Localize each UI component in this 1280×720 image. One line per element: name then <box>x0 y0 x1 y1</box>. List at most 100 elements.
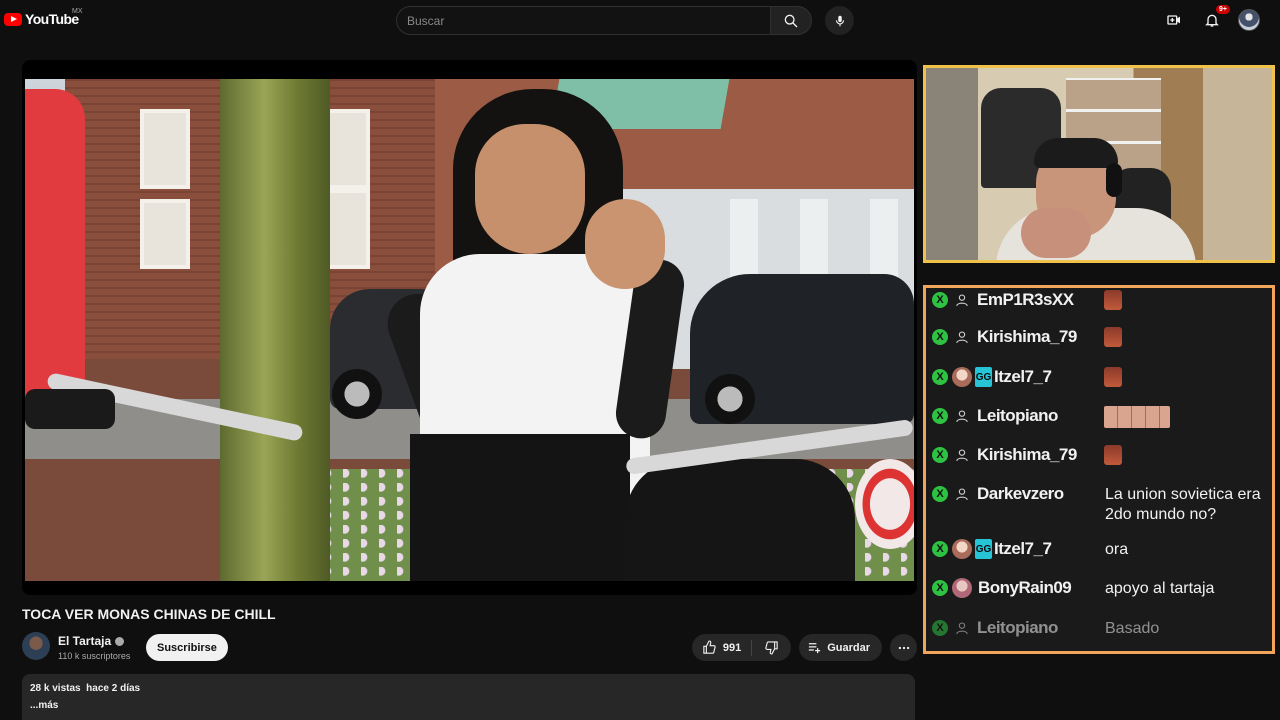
subscriber-count: 110 k suscriptores <box>58 651 131 661</box>
search-bar <box>396 6 812 35</box>
chat-username: BonyRain09 <box>978 578 1072 597</box>
video-scene-bike <box>625 459 855 581</box>
like-dislike-pill: 991 <box>691 634 792 661</box>
thumbs-down-icon <box>765 641 778 655</box>
person-icon <box>953 291 971 309</box>
chat-message-text: ora <box>1105 541 1129 558</box>
webcam-streamer-hair <box>1034 138 1118 168</box>
view-count: 28 k vistas <box>30 683 81 694</box>
chat-emote <box>1104 290 1122 310</box>
user-avatar <box>952 539 972 559</box>
playlist-add-icon <box>809 643 821 654</box>
chat-username: EmP1R3sXX <box>977 290 1074 309</box>
chat-badge-x-icon: X <box>932 329 948 345</box>
chat-badge-x-icon: X <box>932 486 948 502</box>
chat-username: Kirishima_79 <box>977 327 1077 346</box>
channel-name[interactable]: El Tartaja <box>58 634 125 648</box>
video-scene-wheel <box>332 369 382 419</box>
chat-badge-x-icon: X <box>932 620 948 636</box>
play-logo-icon <box>4 12 22 26</box>
person-icon <box>953 407 971 425</box>
video-scene-tree <box>220 79 330 581</box>
chat-message: X Darkevzero La union sovietica era 2do … <box>932 484 1272 523</box>
chat-message: X GG Itzel7_7 <box>932 367 1122 387</box>
chat-message: X Leitopiano <box>932 406 1170 428</box>
channel-avatar[interactable] <box>22 632 50 660</box>
video-player[interactable] <box>22 60 917 595</box>
notification-count-badge: 9+ <box>1215 4 1231 15</box>
top-actions: 9+ <box>1162 4 1260 32</box>
logo-region: MX <box>72 8 83 15</box>
chat-emote-strip <box>1104 406 1170 428</box>
chat-emote <box>1104 367 1122 387</box>
chat-username: Darkevzero <box>977 484 1064 503</box>
more-horizontal-icon <box>898 646 909 649</box>
chat-message-text: apoyo al tartaja <box>1105 580 1215 597</box>
video-scene-face <box>475 124 585 254</box>
subscribe-button[interactable]: Suscribirse <box>146 634 228 661</box>
like-count: 991 <box>722 641 742 654</box>
more-actions-button[interactable] <box>890 634 917 661</box>
chat-badge-x-icon: X <box>932 447 948 463</box>
chat-username: Itzel7_7 <box>994 539 1052 558</box>
account-avatar[interactable] <box>1238 9 1260 31</box>
chat-message: X Kirishima_79 <box>932 445 1122 465</box>
logo-text: YouTube <box>25 11 79 27</box>
voice-search-button[interactable] <box>825 6 854 35</box>
description-box[interactable]: 28 k vistas hace 2 días ...más <box>22 674 915 720</box>
person-icon <box>953 619 971 637</box>
video-actions: 991 Guardar <box>691 634 917 661</box>
video-scene-wheel <box>705 374 755 424</box>
person-icon <box>953 446 971 464</box>
chat-badge-x-icon: X <box>932 408 948 424</box>
video-scene-grip <box>25 389 115 429</box>
description-more-link[interactable]: ...más <box>30 700 907 711</box>
save-label: Guardar <box>827 641 870 654</box>
webcam-streamer-hand <box>1021 208 1091 258</box>
gg-badge-icon: GG <box>975 367 992 387</box>
description-meta: 28 k vistas hace 2 días <box>30 683 907 694</box>
chat-emote <box>1104 327 1122 347</box>
user-avatar <box>952 367 972 387</box>
person-icon <box>953 485 971 503</box>
webcam-overlay <box>923 65 1275 263</box>
chat-badge-x-icon: X <box>932 541 948 557</box>
video-frame[interactable] <box>25 79 914 581</box>
like-button[interactable]: 991 <box>692 639 753 656</box>
video-scene-window <box>140 109 190 189</box>
video-scene-hand <box>585 199 665 289</box>
gg-badge-icon: GG <box>975 539 992 559</box>
chat-message: X Kirishima_79 <box>932 327 1122 347</box>
channel-name-text: El Tartaja <box>58 634 112 648</box>
top-bar: YouTube MX 9+ <box>0 0 1280 40</box>
youtube-logo[interactable]: YouTube MX <box>4 8 83 27</box>
chat-username: Leitopiano <box>977 406 1058 425</box>
create-video-icon <box>1167 15 1180 25</box>
chat-message-text: Basado <box>1105 620 1160 637</box>
chat-username: Leitopiano <box>977 618 1058 637</box>
chat-username: Kirishima_79 <box>977 445 1077 464</box>
chat-badge-x-icon: X <box>932 292 948 308</box>
video-scene-car <box>690 274 914 424</box>
search-input[interactable] <box>396 6 770 35</box>
video-scene-window <box>140 199 190 269</box>
search-button[interactable] <box>770 6 812 35</box>
chat-overlay: X EmP1R3sXX X Kirishima_79 X GG Itzel7_7… <box>923 285 1275 654</box>
video-title: TOCA VER MONAS CHINAS DE CHILL <box>22 606 276 622</box>
dislike-button[interactable] <box>752 640 791 655</box>
user-avatar <box>952 578 972 598</box>
notifications-button[interactable]: 9+ <box>1200 4 1231 32</box>
chat-message: X GG Itzel7_7 ora <box>932 539 1272 559</box>
create-button[interactable] <box>1162 8 1186 32</box>
search-icon <box>784 14 798 27</box>
chat-emote <box>1104 445 1122 465</box>
save-button[interactable]: Guardar <box>799 634 882 661</box>
chat-message: X Leitopiano Basado <box>932 618 1272 638</box>
chat-badge-x-icon: X <box>932 580 948 596</box>
chat-message-text: La union sovietica era 2do mundo no? <box>1105 486 1261 523</box>
webcam-headset <box>1106 163 1122 197</box>
chat-username: Itzel7_7 <box>994 367 1052 386</box>
chat-badge-x-icon: X <box>932 369 948 385</box>
mic-icon <box>835 15 844 26</box>
video-scene-pants <box>410 434 630 581</box>
